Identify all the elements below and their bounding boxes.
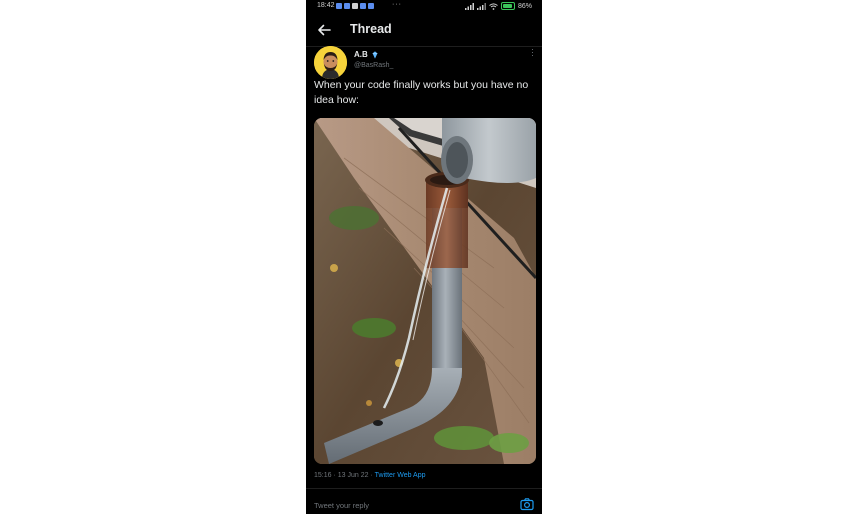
page-title: Thread — [350, 22, 392, 36]
author-name[interactable]: A.B — [354, 50, 368, 59]
phone-screen: 18:42 ··· 86% Thread A.B @BasRash_ · · ·… — [306, 0, 542, 514]
author-row[interactable]: A.B — [354, 50, 379, 59]
author-handle[interactable]: @BasRash_ — [354, 62, 393, 69]
meta-separator: · — [333, 472, 336, 479]
tweet-meta: 15:16 · 13 Jun 22 · Twitter Web App — [314, 472, 426, 479]
reply-input[interactable] — [314, 499, 504, 511]
thread-header: Thread — [306, 14, 542, 47]
notification-icons — [336, 3, 374, 9]
status-bar: 18:42 ··· 86% — [306, 0, 542, 12]
tweet-source-link[interactable]: Twitter Web App — [375, 472, 426, 479]
reply-bar — [306, 488, 542, 514]
more-notifications-icon: ··· — [392, 1, 402, 8]
tweet-time: 15:16 — [314, 472, 332, 479]
diamond-badge-icon — [372, 50, 378, 59]
messenger-notification-icon — [344, 3, 350, 9]
twitter-notification-icon — [368, 3, 374, 9]
twitter-notification-icon — [360, 3, 366, 9]
bitmoji-avatar-icon — [314, 46, 347, 79]
back-arrow-icon[interactable] — [316, 22, 332, 38]
battery-percent: 86% — [517, 2, 532, 10]
tweet-media[interactable] — [314, 118, 536, 464]
meta-separator: · — [370, 472, 373, 479]
signal-icon — [476, 2, 486, 10]
tweet-date: 13 Jun 22 — [337, 472, 369, 479]
signal-icon — [464, 2, 474, 10]
drainpipe-photo — [314, 118, 536, 464]
status-right: 86% — [464, 2, 532, 10]
app-notification-icon — [352, 3, 358, 9]
wifi-icon — [489, 2, 498, 10]
avatar[interactable] — [314, 46, 347, 79]
twitter-notification-icon — [336, 3, 342, 9]
tweet-text: When your code finally works but you hav… — [314, 79, 529, 106]
status-time: 18:42 — [317, 2, 335, 9]
more-icon[interactable]: · · · — [531, 45, 534, 60]
camera-icon[interactable] — [520, 497, 534, 511]
battery-icon — [500, 2, 515, 10]
